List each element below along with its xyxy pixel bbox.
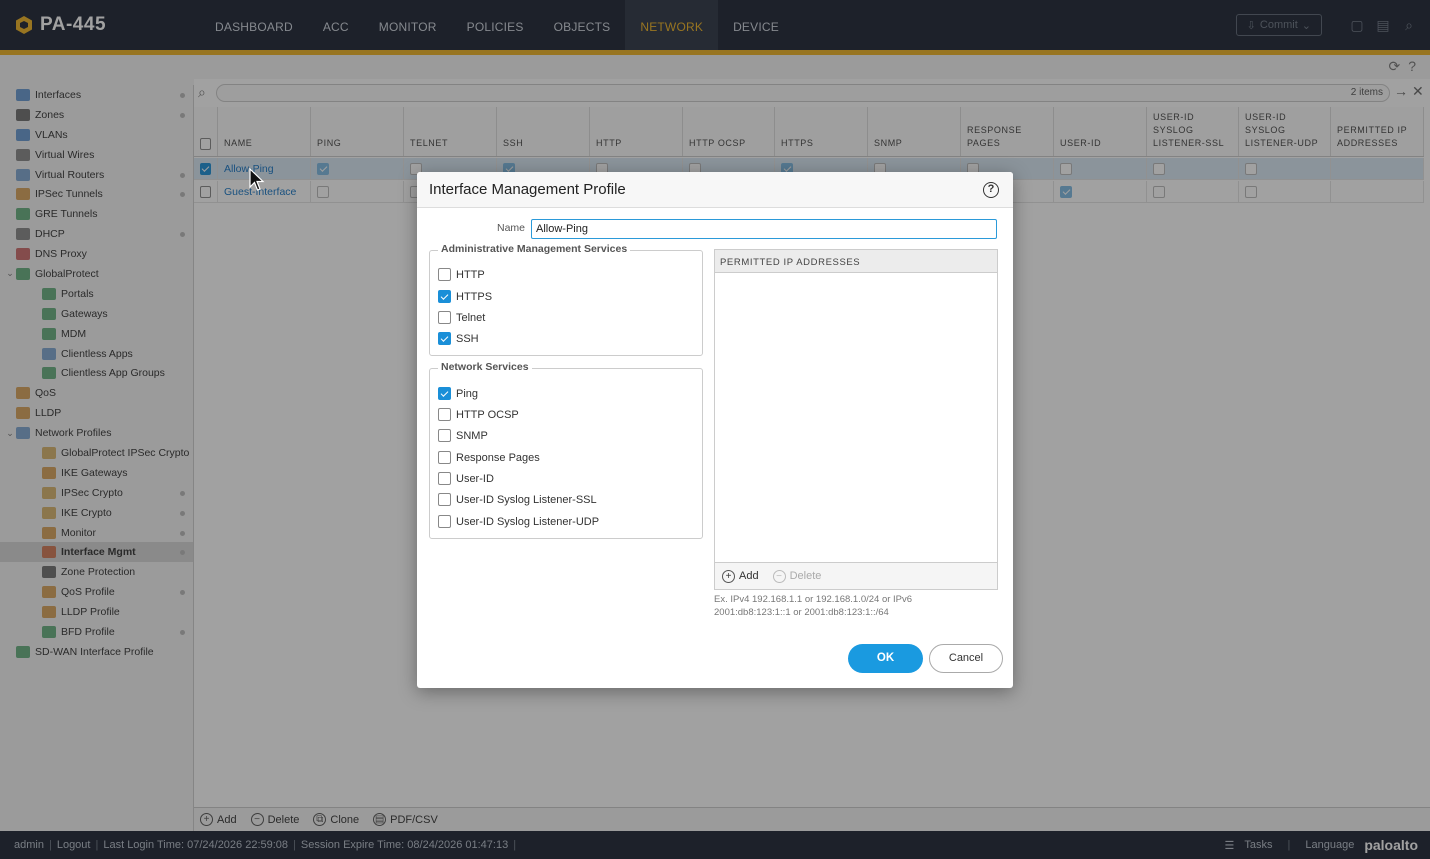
response-pages-checkbox[interactable] [438,451,451,464]
option-http[interactable]: HTTP [438,268,485,281]
cancel-button[interactable]: Cancel [929,644,1003,673]
option-user-id-syslog-listener-udp[interactable]: User-ID Syslog Listener-UDP [438,515,599,528]
ip-hint: Ex. IPv4 192.168.1.1 or 192.168.1.0/24 o… [714,593,994,619]
admin-services-group: Administrative Management Services HTTP H… [429,243,703,356]
snmp-checkbox[interactable] [438,429,451,442]
option-ssh[interactable]: SSH [438,332,479,345]
telnet-label: Telnet [456,311,486,324]
name-row: Name [417,219,1013,239]
user-id-syslog-listener-ssl-checkbox[interactable] [438,493,451,506]
https-checkbox[interactable] [438,290,451,303]
admin-services-legend: Administrative Management Services [438,243,631,255]
ping-checkbox[interactable] [438,387,451,400]
ip-hint-line2: 2001:db8:123:1::1 or 2001:db8:123:1::/64 [714,607,889,618]
ssh-label: SSH [456,332,479,345]
http-ocsp-checkbox[interactable] [438,408,451,421]
ssh-checkbox[interactable] [438,332,451,345]
option-user-id[interactable]: User-ID [438,472,494,485]
name-label: Name [497,222,526,234]
response-pages-label: Response Pages [456,451,540,464]
add-ip-label: Add [739,570,759,582]
delete-ip-button[interactable]: − Delete [772,569,822,583]
network-services-group: Network Services Ping HTTP OCSP SNMP Respon… [429,361,703,539]
ping-label: Ping [456,387,479,400]
add-ip-button[interactable]: + Add [722,569,759,583]
option-https[interactable]: HTTPS [438,290,492,303]
ok-button[interactable]: OK [848,644,923,673]
permitted-ip-actions: + Add − Delete [715,562,997,589]
interface-mgmt-dialog: Interface Management Profile ? Name Admi… [417,172,1013,688]
ip-hint-line1: Ex. IPv4 192.168.1.1 or 192.168.1.0/24 o… [714,594,913,605]
dialog-header: Interface Management Profile ? [417,172,1013,208]
https-label: HTTPS [456,290,493,303]
plus-circle-icon: + [722,569,735,583]
minus-circle-icon: − [772,569,786,583]
user-id-syslog-listener-udp-checkbox[interactable] [438,515,451,528]
snmp-label: SNMP [456,429,488,442]
permitted-ip-list: PERMITTED IP ADDRESSES + Add − Delete [714,249,998,590]
network-services-legend: Network Services [438,361,532,373]
mouse-cursor-icon [249,168,265,191]
option-response-pages[interactable]: Response Pages [438,451,540,464]
dialog-title: Interface Management Profile [429,181,626,198]
user-id-syslog-listener-udp-label: User-ID Syslog Listener-UDP [456,515,600,528]
permitted-ip-header: PERMITTED IP ADDRESSES [715,250,997,273]
http-label: HTTP [456,268,485,281]
http-ocsp-label: HTTP OCSP [456,408,519,421]
telnet-checkbox[interactable] [438,311,451,324]
user-id-syslog-listener-ssl-label: User-ID Syslog Listener-SSL [456,493,597,506]
delete-ip-label: Delete [789,570,822,582]
option-ping[interactable]: Ping [438,387,478,400]
option-user-id-syslog-listener-ssl[interactable]: User-ID Syslog Listener-SSL [438,493,597,506]
http-checkbox[interactable] [438,268,451,281]
name-input[interactable] [531,219,997,239]
option-http-ocsp[interactable]: HTTP OCSP [438,408,519,421]
user-id-checkbox[interactable] [438,472,451,485]
help-icon[interactable]: ? [983,182,999,198]
user-id-label: User-ID [456,472,494,485]
option-telnet[interactable]: Telnet [438,311,485,324]
option-snmp[interactable]: SNMP [438,429,488,442]
